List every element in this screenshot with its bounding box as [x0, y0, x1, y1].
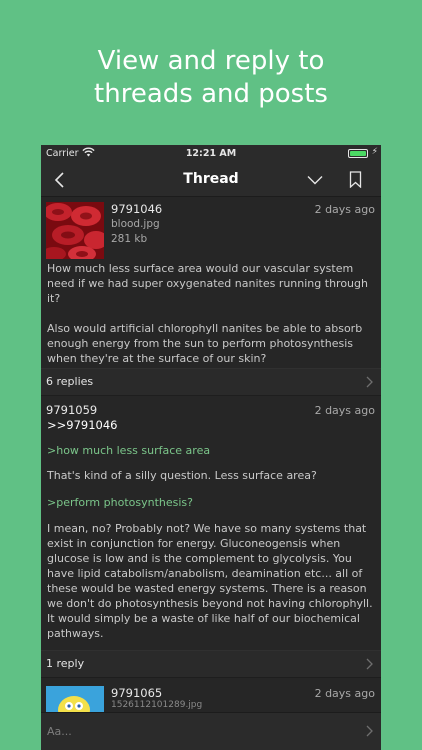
bookmark-icon[interactable] — [349, 171, 362, 188]
reply-2-date: 2 days ago — [314, 687, 375, 700]
reply-input[interactable] — [41, 713, 341, 750]
reply-post: 9791059 2 days ago >>9791046 >how much l… — [41, 395, 381, 650]
reply-text-2: I mean, no? Probably not? We have so man… — [47, 522, 373, 640]
greentext-2: >perform photosynthesis? — [47, 496, 193, 509]
chevron-down-icon[interactable] — [307, 175, 323, 185]
phone-screen: Carrier 12:21 AM ⚡ Thread 9791046 blood.… — [41, 145, 381, 750]
op-body: How much less surface area would our vas… — [41, 261, 381, 366]
reply-2-filename: 1526112101289.jpg — [111, 700, 203, 710]
blood-cells-image — [46, 202, 104, 259]
reply-replies-label: 1 reply — [46, 657, 85, 670]
op-filename: blood.jpg — [111, 218, 160, 230]
promo-headline: View and reply to threads and posts — [0, 45, 422, 111]
charging-icon: ⚡ — [371, 147, 378, 157]
reply-body: >>9791046 >how much less surface area Th… — [41, 418, 381, 641]
headline-line-1: View and reply to — [97, 46, 325, 76]
status-bar: Carrier 12:21 AM ⚡ — [41, 145, 381, 162]
op-paragraph-1: How much less surface area would our vas… — [47, 262, 368, 305]
chevron-right-icon — [366, 376, 373, 388]
op-post: 9791046 blood.jpg 281 kb 2 days ago How … — [41, 197, 381, 368]
compose-bar — [41, 712, 381, 750]
op-thumbnail[interactable] — [46, 202, 104, 259]
op-replies-label: 6 replies — [46, 375, 94, 388]
quote-link[interactable]: >>9791046 — [47, 418, 375, 433]
chevron-right-icon[interactable] — [366, 725, 373, 737]
reply-date: 2 days ago — [314, 404, 375, 417]
op-date: 2 days ago — [314, 203, 375, 216]
status-time: 12:21 AM — [185, 148, 237, 159]
reply-2-post-id[interactable]: 9791065 — [111, 686, 162, 700]
reply-replies-row[interactable]: 1 reply — [41, 650, 381, 677]
nav-title: Thread — [183, 171, 239, 187]
greentext-1: >how much less surface area — [47, 444, 211, 457]
headline-line-2: threads and posts — [94, 79, 328, 109]
op-post-id[interactable]: 9791046 — [111, 202, 162, 216]
reply-text-1: That's kind of a silly question. Less su… — [47, 469, 317, 482]
chevron-right-icon — [366, 658, 373, 670]
op-paragraph-2: Also would artificial chlorophyll nanite… — [47, 322, 363, 365]
op-filesize: 281 kb — [111, 233, 148, 245]
reply-post-id[interactable]: 9791059 — [46, 403, 97, 417]
op-replies-row[interactable]: 6 replies — [41, 368, 381, 395]
nav-bar: Thread — [41, 162, 381, 197]
battery-icon — [348, 149, 368, 158]
